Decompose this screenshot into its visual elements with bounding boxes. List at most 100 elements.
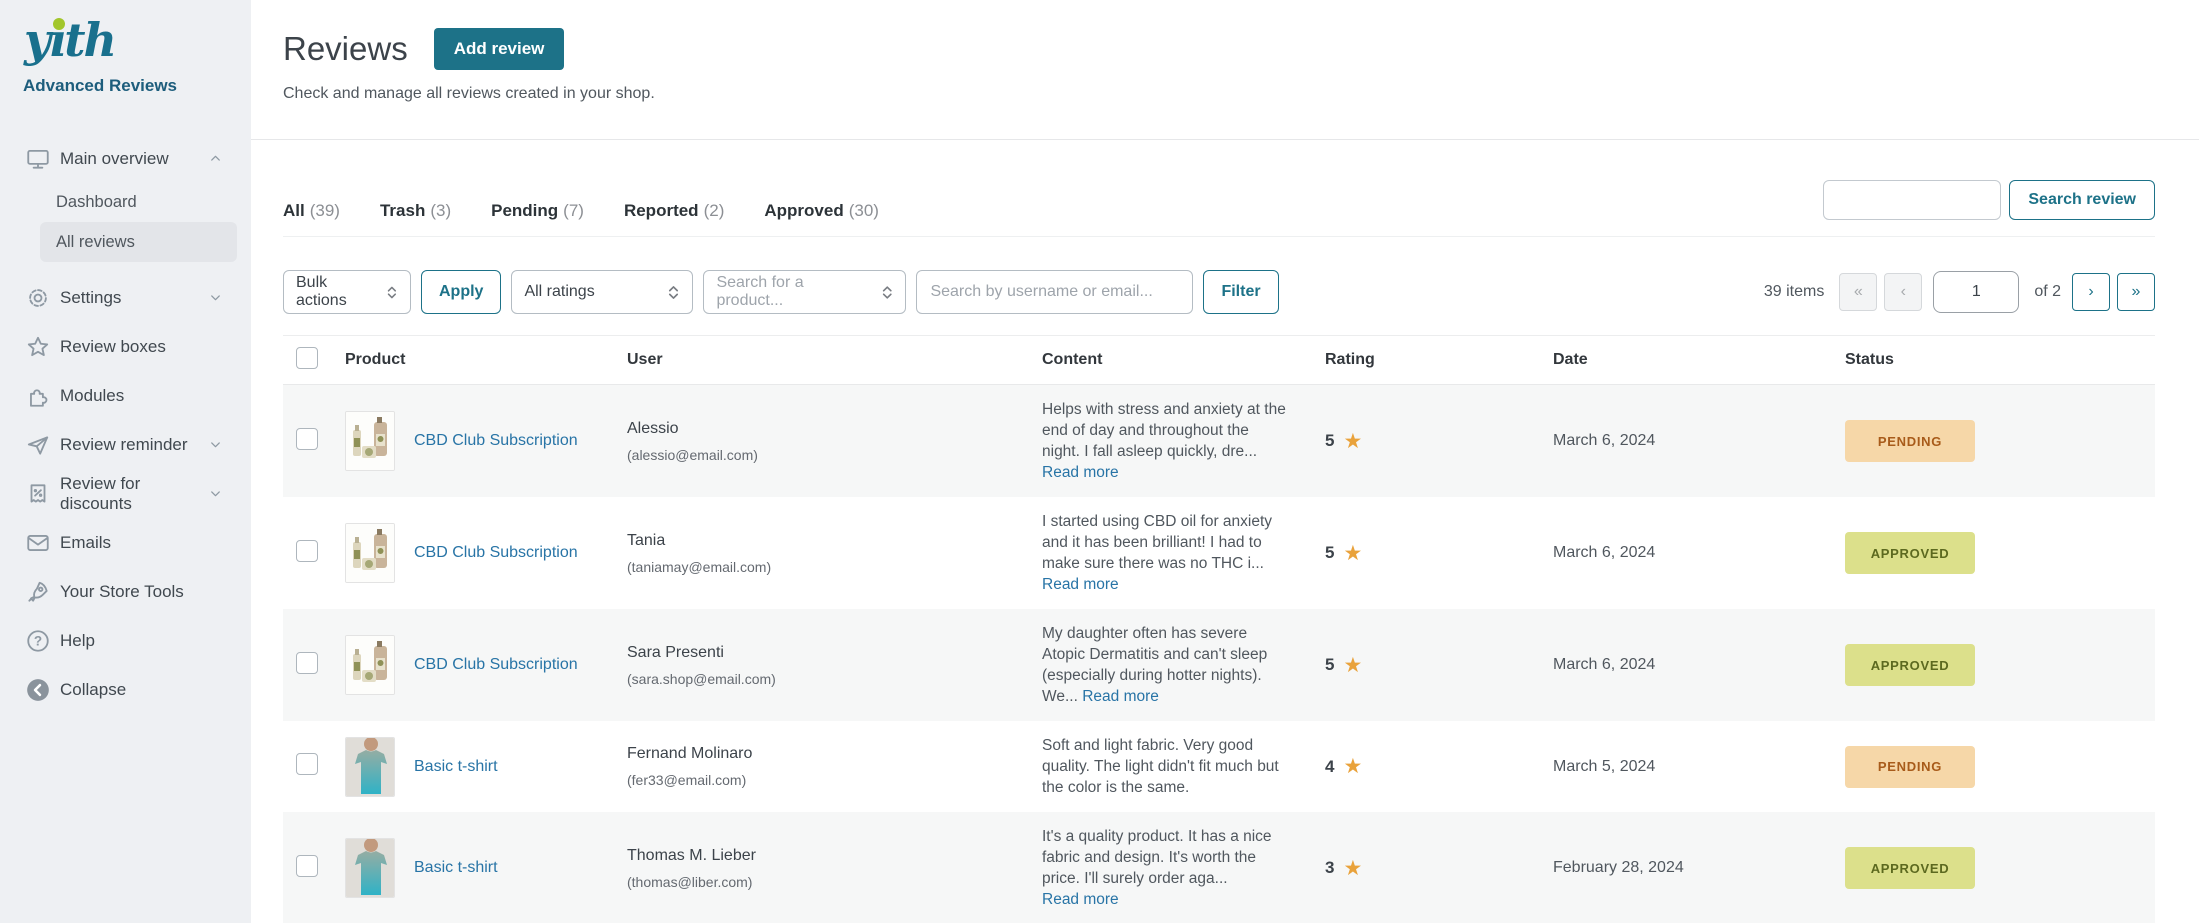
first-page-button[interactable]: «	[1839, 273, 1877, 311]
tab-pending[interactable]: Pending(7)	[491, 201, 584, 221]
star-icon: ★	[1343, 756, 1362, 777]
sidebar-item-label: Help	[60, 631, 95, 651]
star-icon: ★	[1343, 543, 1362, 564]
user-email: (fer33@email.com)	[627, 772, 1042, 788]
user-email: (thomas@liber.com)	[627, 874, 1042, 890]
read-more-link[interactable]: Read more	[1042, 574, 1119, 595]
content-area: Search review All(39) Trash(3) Pending(7…	[251, 140, 2199, 923]
read-more-link[interactable]: Read more	[1042, 889, 1119, 910]
tab-count: (39)	[310, 201, 340, 220]
sidebar-item-all-reviews[interactable]: All reviews	[40, 222, 237, 262]
sidebar-item-modules[interactable]: Modules	[0, 371, 251, 420]
collapse-circle-icon	[24, 676, 51, 703]
tab-all[interactable]: All(39)	[283, 201, 340, 221]
sidebar-item-dashboard[interactable]: Dashboard	[0, 183, 251, 222]
sidebar-item-review-for-discounts[interactable]: Review for discounts	[0, 469, 251, 518]
sidebar-item-label: Modules	[60, 386, 124, 406]
status-badge: PENDING	[1845, 746, 1975, 788]
tab-reported[interactable]: Reported(2)	[624, 201, 724, 221]
select-caret-icon	[667, 284, 680, 301]
monitor-icon	[24, 145, 51, 172]
product-link[interactable]: Basic t-shirt	[414, 859, 498, 877]
row-checkbox[interactable]	[296, 428, 318, 450]
user-email: (taniamay@email.com)	[627, 559, 1042, 575]
column-header-rating: Rating	[1325, 351, 1553, 369]
review-content: It's a quality product. It has a nice fa…	[1042, 828, 1272, 887]
status-badge: PENDING	[1845, 420, 1975, 462]
sidebar-item-settings[interactable]: Settings	[0, 273, 251, 322]
sidebar-item-help[interactable]: ? Help	[0, 616, 251, 665]
yith-logo: yıth	[24, 14, 115, 66]
page-title: Reviews	[283, 30, 408, 68]
rating-value: 5	[1325, 431, 1334, 451]
prev-page-button[interactable]: ‹	[1884, 273, 1922, 311]
star-icon: ★	[1343, 655, 1362, 676]
apply-button[interactable]: Apply	[421, 270, 501, 314]
read-more-link[interactable]: Read more	[1082, 686, 1159, 707]
bulk-actions-select[interactable]: Bulk actions	[283, 270, 411, 314]
sidebar-item-label: Emails	[60, 533, 111, 553]
column-header-status: Status	[1845, 351, 2155, 369]
chevron-down-icon	[208, 290, 223, 305]
product-thumbnail-cbd	[345, 411, 395, 471]
row-checkbox[interactable]	[296, 540, 318, 562]
tab-trash[interactable]: Trash(3)	[380, 201, 451, 221]
filter-button[interactable]: Filter	[1203, 270, 1278, 314]
ratings-filter-select[interactable]: All ratings	[511, 270, 693, 314]
sidebar-nav: Main overview Dashboard All reviews Sett…	[0, 134, 251, 714]
user-name: Sara Presenti	[627, 644, 1042, 662]
sidebar-item-label: Review boxes	[60, 337, 166, 357]
sidebar-item-label: Review for discounts	[60, 474, 208, 514]
search-review-button[interactable]: Search review	[2009, 180, 2155, 220]
review-date: March 6, 2024	[1553, 656, 1845, 674]
sidebar-item-review-boxes[interactable]: Review boxes	[0, 322, 251, 371]
sidebar-item-collapse[interactable]: Collapse	[0, 665, 251, 714]
row-checkbox[interactable]	[296, 753, 318, 775]
puzzle-icon	[24, 382, 51, 409]
row-checkbox[interactable]	[296, 855, 318, 877]
tab-count: (3)	[430, 201, 451, 220]
product-link[interactable]: Basic t-shirt	[414, 758, 498, 776]
next-page-button[interactable]: ›	[2072, 273, 2110, 311]
sidebar-item-review-reminder[interactable]: Review reminder	[0, 420, 251, 469]
last-page-button[interactable]: »	[2117, 273, 2155, 311]
main-panel: Reviews Add review Check and manage all …	[251, 0, 2199, 923]
review-content: Helps with stress and anxiety at the end…	[1042, 401, 1286, 460]
product-thumbnail-tshirt	[345, 737, 395, 797]
row-checkbox[interactable]	[296, 652, 318, 674]
tab-count: (7)	[563, 201, 584, 220]
sidebar-item-label: Collapse	[60, 680, 126, 700]
review-date: March 5, 2024	[1553, 758, 1845, 776]
chevron-down-icon	[208, 437, 223, 452]
current-page-input[interactable]	[1933, 271, 2019, 313]
product-link[interactable]: CBD Club Subscription	[414, 544, 578, 562]
select-all-checkbox[interactable]	[296, 347, 318, 369]
tab-approved[interactable]: Approved(30)	[764, 201, 879, 221]
add-review-button[interactable]: Add review	[434, 28, 565, 70]
table-row: CBD Club Subscription Tania (taniamay@em…	[283, 497, 2155, 609]
product-link[interactable]: CBD Club Subscription	[414, 432, 578, 450]
table-row: CBD Club Subscription Sara Presenti (sar…	[283, 609, 2155, 721]
table-row: CBD Club Subscription Alessio (alessio@e…	[283, 385, 2155, 497]
brand-name: Advanced Reviews	[0, 66, 251, 96]
search-review-input[interactable]	[1823, 180, 2001, 220]
sidebar-item-emails[interactable]: Emails	[0, 518, 251, 567]
product-thumbnail-cbd	[345, 523, 395, 583]
table-row: Basic t-shirt Thomas M. Lieber (thomas@l…	[283, 812, 2155, 923]
product-search-select[interactable]: Search for a product...	[703, 270, 906, 314]
product-thumbnail-cbd	[345, 635, 395, 695]
user-search-input[interactable]	[916, 270, 1193, 314]
status-badge: APPROVED	[1845, 644, 1975, 686]
sidebar: yıth Advanced Reviews Main overview Dash…	[0, 0, 251, 923]
product-link[interactable]: CBD Club Subscription	[414, 656, 578, 674]
sidebar-item-main-overview[interactable]: Main overview	[0, 134, 251, 183]
read-more-link[interactable]: Read more	[1042, 462, 1119, 483]
review-date: March 6, 2024	[1553, 544, 1845, 562]
table-body: CBD Club Subscription Alessio (alessio@e…	[283, 385, 2155, 923]
pagination: 39 items « ‹ of 2 › »	[1764, 271, 2155, 313]
chevron-up-icon	[208, 151, 223, 166]
rating-value: 5	[1325, 655, 1334, 675]
page-header: Reviews Add review Check and manage all …	[251, 0, 2199, 140]
user-name: Fernand Molinaro	[627, 745, 1042, 763]
sidebar-item-your-store-tools[interactable]: Your Store Tools	[0, 567, 251, 616]
